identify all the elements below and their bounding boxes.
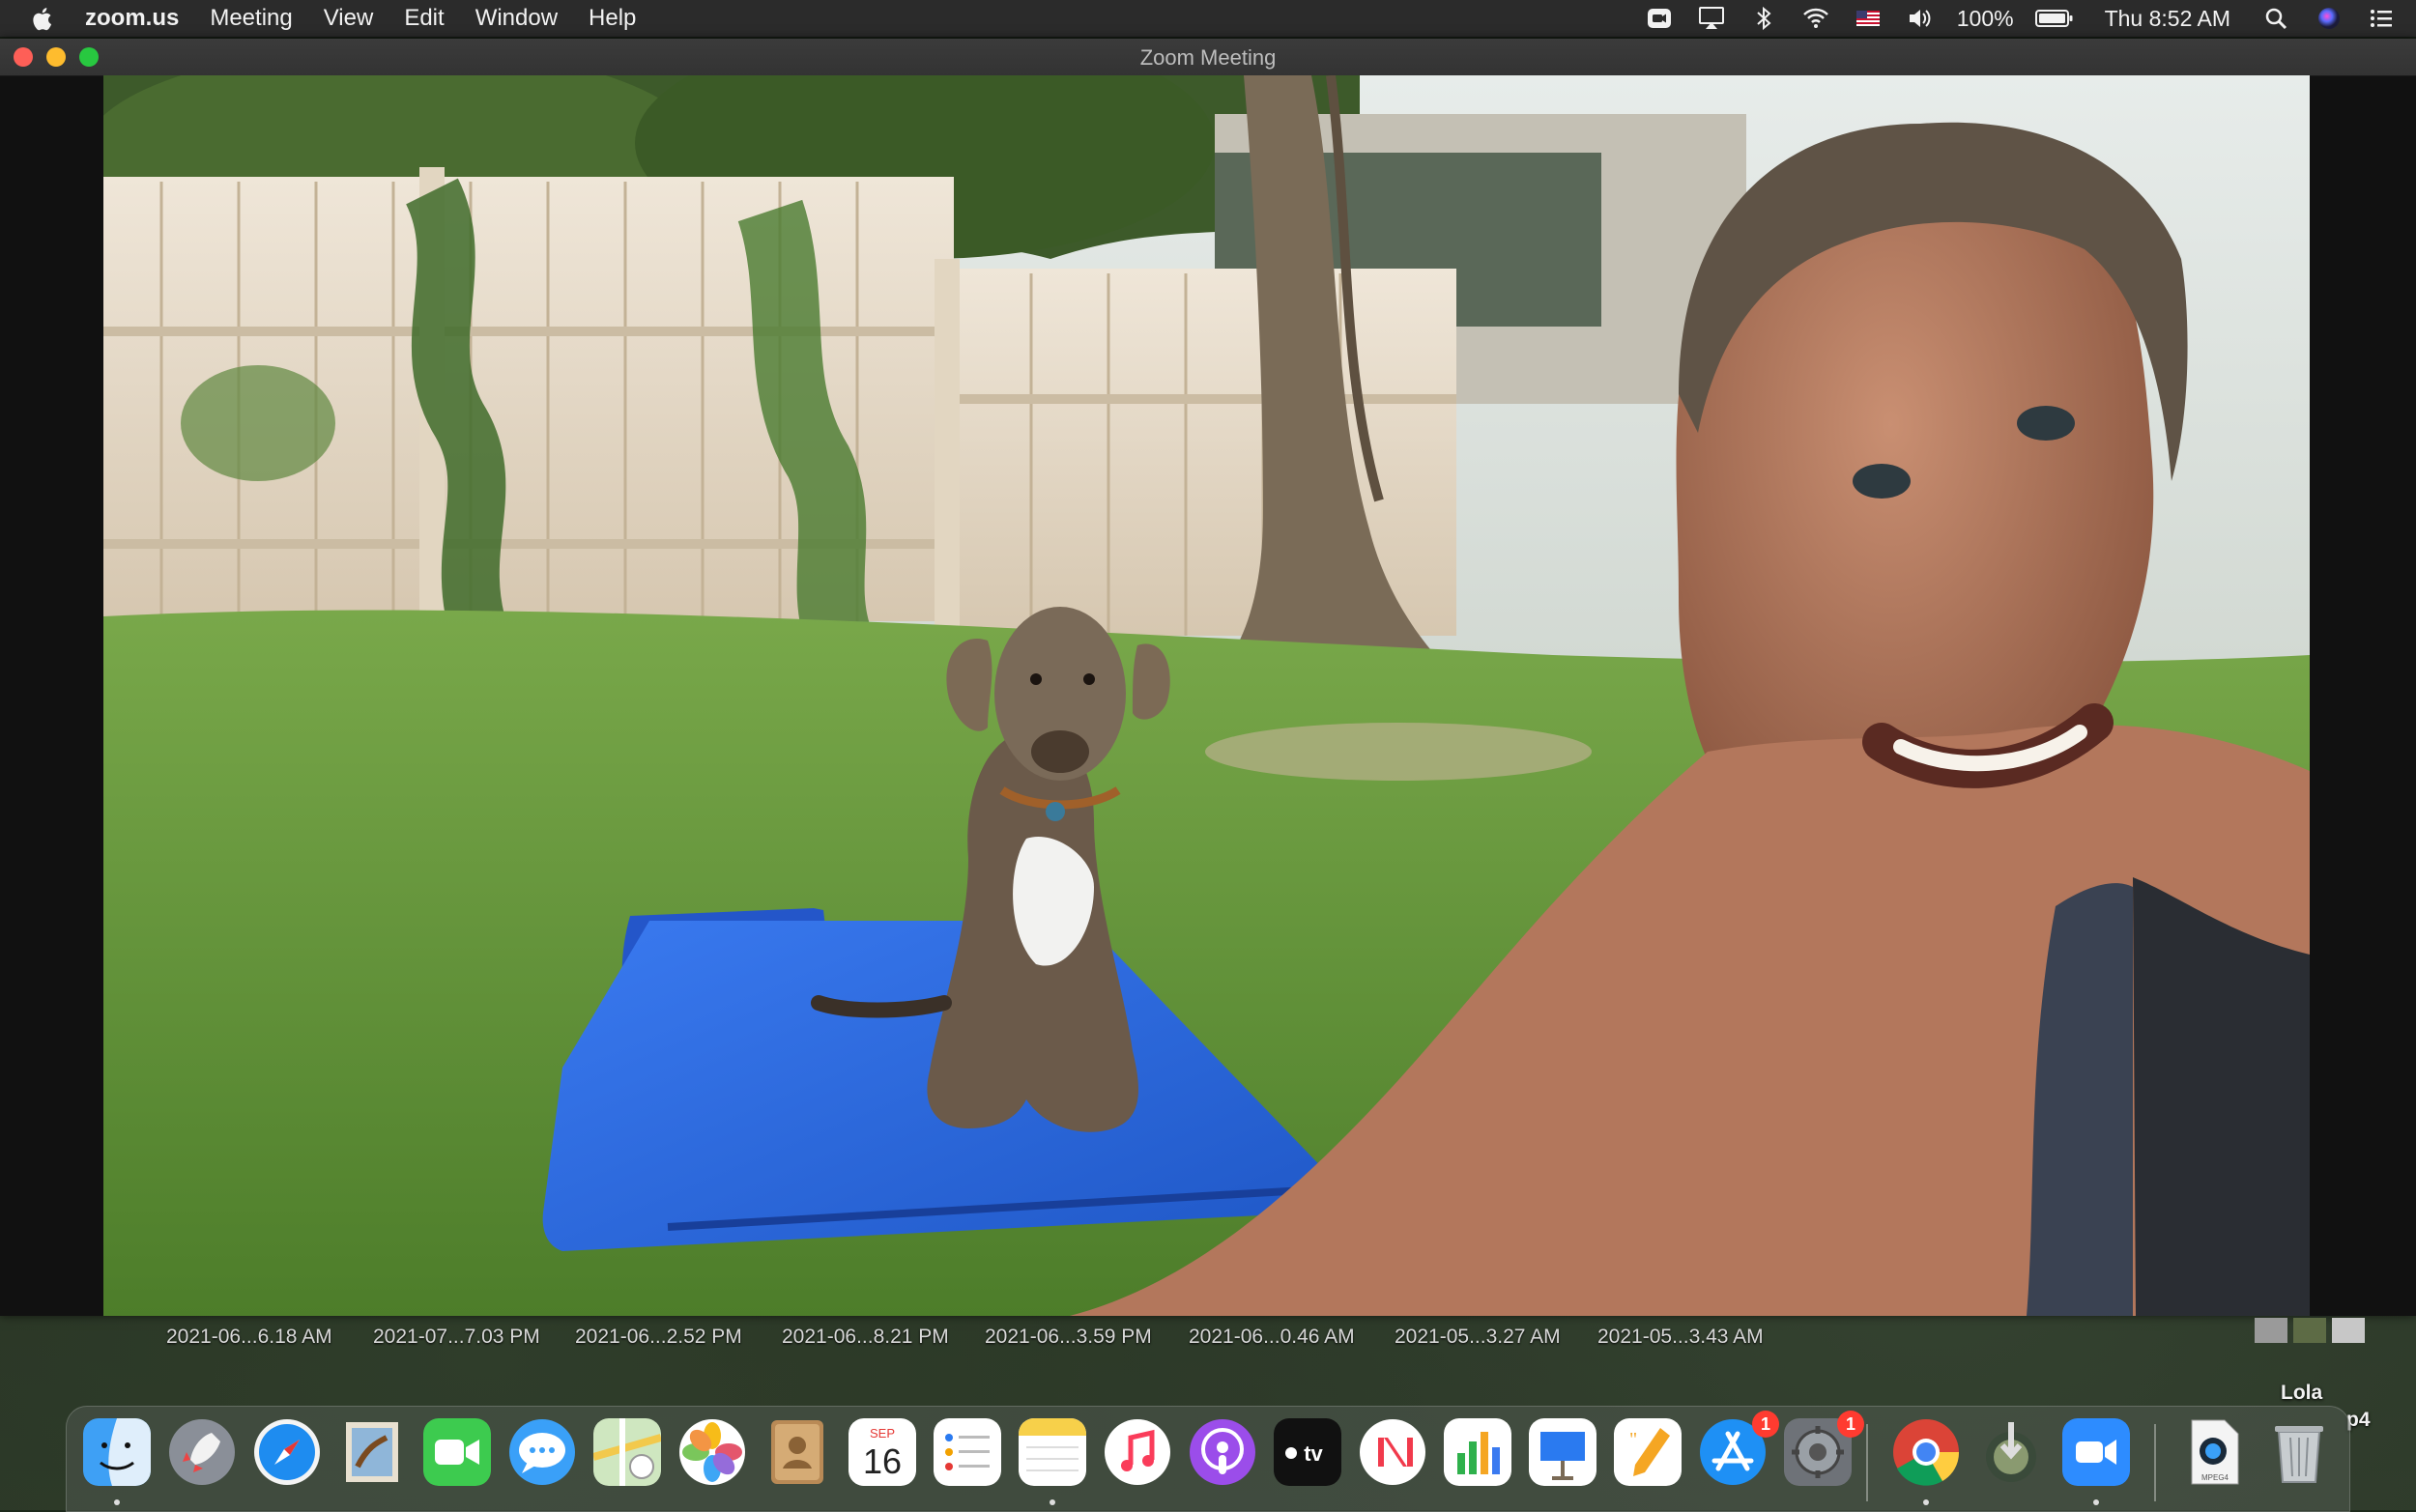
volume-icon[interactable] (1905, 5, 1936, 32)
airplay-icon[interactable] (1696, 5, 1727, 32)
menu-window[interactable]: Window (475, 5, 558, 32)
desktop-file-label[interactable]: 2021-07...7.03 PM (373, 1326, 540, 1349)
notification-center-icon[interactable] (2366, 5, 2397, 32)
running-indicator (1923, 1499, 1929, 1505)
svg-text:": " (1629, 1429, 1637, 1450)
zoom-icon[interactable] (2062, 1418, 2130, 1486)
desktop-file-label[interactable]: 2021-06...8.21 PM (782, 1326, 949, 1349)
dock-separator (1866, 1424, 1868, 1501)
menu-edit[interactable]: Edit (404, 5, 444, 32)
menu-bar-clock[interactable]: Thu 8:52 AM (2105, 6, 2230, 32)
mail-icon[interactable] (338, 1418, 406, 1486)
numbers-icon[interactable] (1444, 1418, 1511, 1486)
desktop-file-label[interactable]: 2021-06...6.18 AM (166, 1326, 332, 1349)
desktop-file-label[interactable]: 2021-06...3.59 PM (985, 1326, 1152, 1349)
desktop-file-label[interactable]: 2021-05...3.43 AM (1597, 1326, 1764, 1349)
desktop-file-thumbnail[interactable] (2255, 1318, 2287, 1343)
siri-icon[interactable] (2314, 5, 2344, 32)
dock-separator (2154, 1424, 2156, 1501)
video-feed[interactable] (103, 75, 2310, 1316)
launchpad-icon[interactable] (168, 1418, 236, 1486)
menu-app-name[interactable]: zoom.us (85, 5, 179, 32)
calendar-day: 16 (863, 1441, 902, 1481)
trash-icon[interactable] (2265, 1418, 2333, 1486)
desktop-file-label[interactable]: 2021-05...3.27 AM (1395, 1326, 1561, 1349)
finder-icon[interactable] (83, 1418, 151, 1486)
menu-meeting[interactable]: Meeting (210, 5, 292, 32)
dock-tooltip: Lola (2281, 1382, 2323, 1404)
spotlight-search-icon[interactable] (2261, 5, 2292, 32)
desktop-file-thumbnail[interactable] (2332, 1318, 2365, 1343)
news-icon[interactable] (1359, 1418, 1426, 1486)
notes-icon[interactable] (1019, 1418, 1086, 1486)
contacts-icon[interactable] (763, 1418, 831, 1486)
mpeg4-file-icon[interactable]: MPEG4 (2180, 1418, 2248, 1486)
desktop-file-label[interactable]: 2021-06...0.46 AM (1189, 1326, 1355, 1349)
desktop-thumbnails (2255, 1318, 2365, 1343)
safari-icon[interactable] (253, 1418, 321, 1486)
window-title: Zoom Meeting (1139, 45, 1277, 70)
menu-help[interactable]: Help (589, 5, 636, 32)
desktop-file-labels: 2021-06...6.18 AM 2021-07...7.03 PM 2021… (0, 1316, 2319, 1364)
battery-icon[interactable] (2034, 5, 2074, 32)
us-flag-input-icon[interactable] (1853, 5, 1884, 32)
mpeg4-label: MPEG4 (2201, 1473, 2229, 1482)
wifi-icon[interactable] (1800, 5, 1831, 32)
system-preferences-badge: 1 (1837, 1411, 1864, 1438)
reminders-icon[interactable] (934, 1418, 1001, 1486)
running-indicator (2093, 1499, 2099, 1505)
menu-view[interactable]: View (324, 5, 374, 32)
downloads-icon[interactable] (1977, 1418, 2045, 1486)
dock: SEP 16 tv " 1 1 MPEG4 (66, 1406, 2350, 1512)
zoom-meeting-window: Zoom Meeting (0, 39, 2416, 1316)
bluetooth-icon[interactable] (1748, 5, 1779, 32)
keynote-icon[interactable] (1529, 1418, 1596, 1486)
apple-menu-icon[interactable] (29, 4, 58, 33)
running-indicator (1050, 1499, 1055, 1505)
pages-icon[interactable]: " (1614, 1418, 1682, 1486)
tv-label: tv (1304, 1441, 1323, 1466)
desktop-file-label[interactable]: 2021-06...2.52 PM (575, 1326, 742, 1349)
apple-tv-icon[interactable]: tv (1274, 1418, 1341, 1486)
window-titlebar[interactable]: Zoom Meeting (0, 39, 2416, 76)
app-store-badge: 1 (1752, 1411, 1779, 1438)
chrome-icon[interactable] (1892, 1418, 1960, 1486)
calendar-icon[interactable]: SEP 16 (848, 1418, 916, 1486)
desktop-file-thumbnail[interactable] (2293, 1318, 2326, 1343)
video-scene (103, 75, 2310, 1316)
facetime-icon[interactable] (423, 1418, 491, 1486)
running-indicator (114, 1499, 120, 1505)
battery-percent: 100% (1956, 5, 2014, 31)
calendar-month: SEP (870, 1426, 895, 1441)
menu-bar: zoom.us Meeting View Edit Window Help 10… (0, 0, 2416, 37)
music-icon[interactable] (1104, 1418, 1171, 1486)
maps-icon[interactable] (593, 1418, 661, 1486)
zoom-video-icon[interactable] (1644, 5, 1675, 32)
photos-icon[interactable] (678, 1418, 746, 1486)
podcasts-icon[interactable] (1189, 1418, 1256, 1486)
messages-icon[interactable] (508, 1418, 576, 1486)
